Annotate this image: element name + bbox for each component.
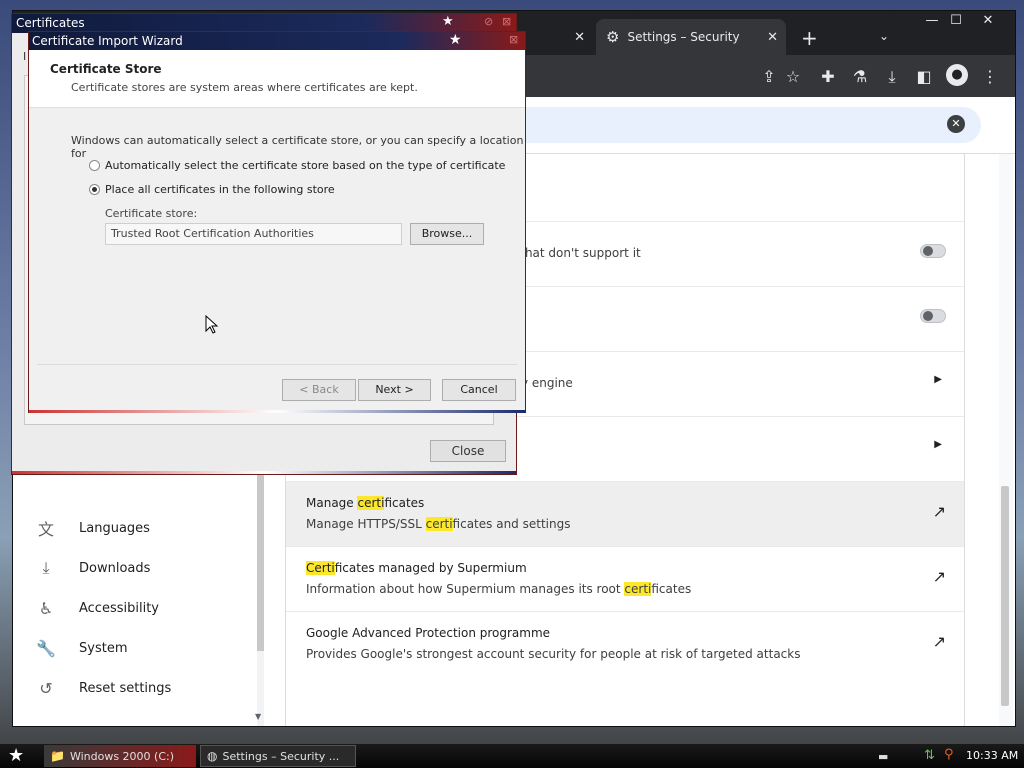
sidebar-item-downloads[interactable]: ⤓ Downloads — [13, 548, 258, 588]
taskbar-item-browser[interactable]: ◍ Settings – Security ... — [200, 745, 356, 767]
sidebar-item-system[interactable]: 🔧 System — [13, 628, 258, 668]
sidebar-item-label: Downloads — [79, 560, 151, 576]
window-stripe — [29, 410, 525, 413]
network-icon[interactable]: ⇅ — [924, 748, 935, 763]
search-highlight: certi — [624, 582, 652, 596]
pin-icon[interactable]: ⊘ — [484, 15, 493, 28]
certificate-store-field[interactable]: Trusted Root Certification Authorities — [105, 223, 402, 245]
sidebar-item-languages[interactable]: 文 Languages — [13, 508, 258, 548]
wizard-header: Certificate Store Certificate stores are… — [29, 50, 525, 108]
search-highlight: certi — [357, 496, 385, 510]
radio-label: Place all certificates in the following … — [105, 183, 335, 196]
clear-search-icon[interactable]: ✕ — [947, 115, 965, 133]
download-icon: ⤓ — [42, 558, 50, 577]
search-highlight: Certi — [306, 561, 335, 575]
external-link-icon[interactable]: ↗ — [933, 632, 946, 651]
browser-icon: ◍ — [207, 749, 218, 763]
radio-auto-select[interactable]: Automatically select the certificate sto… — [89, 159, 505, 172]
flask-icon[interactable]: ⚗ — [849, 67, 871, 86]
maximize-button[interactable]: ☐ — [941, 11, 971, 31]
gear-icon: ⚙ — [606, 28, 620, 46]
main-scroll-thumb[interactable] — [1001, 486, 1009, 706]
certificate-store-label: Certificate store: — [105, 207, 198, 220]
close-icon[interactable]: ⊠ — [509, 33, 518, 46]
sidebar-item-label: Accessibility — [79, 600, 159, 616]
chevron-right-icon: ▶ — [934, 374, 942, 385]
window-stripe — [12, 471, 516, 474]
search-highlight: certi — [425, 517, 453, 531]
radio-button[interactable] — [89, 160, 100, 171]
tab-search-button[interactable]: ⌄ — [879, 29, 889, 43]
profile-icon[interactable]: ● — [946, 64, 968, 86]
toggle-knob — [923, 311, 933, 321]
new-tab-button[interactable]: + — [801, 26, 818, 50]
search-icon[interactable]: ⚲ — [944, 747, 954, 762]
download-icon[interactable]: ⤓ — [881, 67, 903, 87]
tab-label: Settings – Security — [627, 30, 740, 44]
toggle-knob — [923, 246, 933, 256]
sidebar-item-label: Languages — [79, 520, 150, 536]
cancel-button[interactable]: Cancel — [442, 379, 516, 401]
close-button[interactable]: Close — [430, 440, 506, 462]
scroll-down-arrow-icon[interactable]: ▼ — [255, 712, 261, 721]
setting-row-manage-certificates[interactable]: Manage certificates Manage HTTPS/SSL cer… — [286, 481, 964, 546]
taskbar-item-label: Windows 2000 (C:) — [69, 749, 175, 763]
taskbar-item-explorer[interactable]: 📁 Windows 2000 (C:) — [44, 745, 196, 767]
wizard-footer-divider — [37, 364, 517, 365]
sidebar-scroll-thumb[interactable] — [257, 471, 264, 651]
close-icon[interactable]: ⊠ — [502, 15, 511, 28]
browse-button[interactable]: Browse... — [410, 223, 484, 245]
sidebar-item-label: Reset settings — [79, 680, 172, 696]
setting-title: Certificates managed by Supermium — [306, 561, 527, 575]
external-link-icon[interactable]: ↗ — [933, 567, 946, 586]
certificate-import-wizard: Certificate Import Wizard ★ ⊠ Certificat… — [28, 31, 526, 413]
keyboard-icon[interactable]: ▬ — [878, 750, 888, 763]
reset-icon: ↺ — [39, 678, 53, 698]
setting-title: Manage certificates — [306, 496, 425, 510]
wizard-step-description: Certificate stores are system areas wher… — [71, 81, 418, 94]
star-icon: ★ — [442, 14, 454, 29]
toggle-switch[interactable] — [920, 244, 946, 258]
toggle-switch[interactable] — [920, 309, 946, 323]
setting-description: Provides Google's strongest account secu… — [306, 647, 801, 661]
sidebar-item-label: System — [79, 640, 128, 656]
next-button[interactable]: Next > — [358, 379, 431, 401]
wizard-intro-text: Windows can automatically select a certi… — [71, 134, 524, 160]
wrench-icon: 🔧 — [36, 638, 56, 658]
radio-button[interactable] — [89, 184, 100, 195]
external-link-icon[interactable]: ↗ — [933, 502, 946, 521]
taskbar-item-label: Settings – Security ... — [222, 749, 340, 763]
close-window-button[interactable]: ✕ — [973, 11, 1003, 31]
sidebar-item-reset-settings[interactable]: ↺ Reset settings — [13, 668, 258, 708]
setting-description: Information about how Supermium manages … — [306, 582, 692, 596]
menu-icon[interactable]: ⋮ — [979, 67, 1001, 86]
folder-icon: 📁 — [50, 749, 65, 763]
share-icon[interactable]: ⇪ — [758, 67, 780, 86]
accessibility-icon: ♿ — [38, 598, 54, 618]
radio-place-in-store[interactable]: Place all certificates in the following … — [89, 183, 335, 196]
setting-row-certificates-managed[interactable]: Certificates managed by Supermium Inform… — [286, 546, 964, 611]
clock[interactable]: 10:33 AM — [966, 749, 1018, 762]
setting-description: Manage HTTPS/SSL certificates and settin… — [306, 517, 571, 531]
sidebar-item-accessibility[interactable]: ♿ Accessibility — [13, 588, 258, 628]
setting-row-advanced-protection[interactable]: Google Advanced Protection programme Pro… — [286, 611, 964, 676]
extensions-icon[interactable]: ✚ — [817, 67, 839, 86]
start-star-icon[interactable]: ★ — [8, 745, 24, 766]
sidepanel-icon[interactable]: ◧ — [913, 67, 935, 86]
tab-close-icon[interactable]: ✕ — [574, 30, 585, 45]
star-icon[interactable]: ☆ — [782, 67, 804, 86]
tab-close-icon[interactable]: ✕ — [767, 30, 778, 45]
translate-icon: 文 — [37, 520, 54, 539]
back-button[interactable]: < Back — [282, 379, 356, 401]
setting-title: Google Advanced Protection programme — [306, 626, 551, 640]
chevron-right-icon: ▶ — [934, 439, 942, 450]
star-icon: ★ — [449, 32, 462, 48]
tab-settings-security[interactable]: ⚙ Settings – Security ✕ — [596, 19, 786, 55]
radio-label: Automatically select the certificate sto… — [105, 159, 506, 172]
wizard-step-title: Certificate Store — [50, 62, 162, 76]
